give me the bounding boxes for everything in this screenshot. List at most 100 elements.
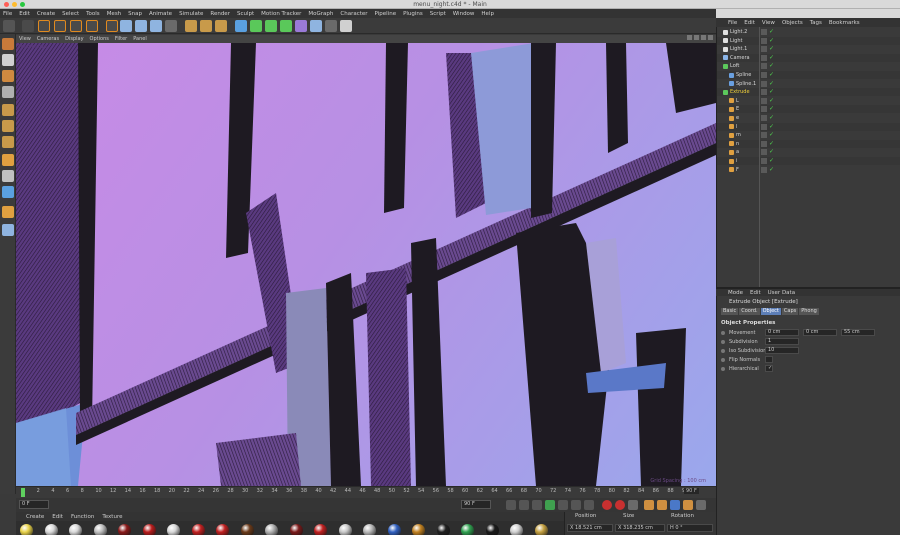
- menu-item-tools[interactable]: Tools: [86, 11, 100, 17]
- material-swatch[interactable]: [387, 524, 401, 535]
- visibility-toggle-icon[interactable]: [761, 97, 767, 104]
- menu-item-file[interactable]: File: [3, 11, 12, 17]
- visibility-toggle-icon[interactable]: [761, 54, 767, 61]
- enabled-check-icon[interactable]: ✓: [769, 28, 774, 36]
- object-row[interactable]: l ✓: [717, 122, 900, 131]
- timeline-ruler[interactable]: 0246810121416182022242628303234363840424…: [16, 486, 716, 498]
- enabled-check-icon[interactable]: ✓: [769, 105, 774, 113]
- live-selection-icon[interactable]: [22, 20, 34, 32]
- points-mode-icon[interactable]: [2, 104, 14, 116]
- menu-item-mograph[interactable]: MoGraph: [308, 11, 333, 17]
- object-menu-file[interactable]: File: [728, 20, 737, 26]
- material-swatch[interactable]: [118, 524, 131, 535]
- material-swatch[interactable]: [534, 524, 548, 535]
- position-x-field[interactable]: X 18.521 cm: [567, 524, 613, 532]
- enabled-check-icon[interactable]: ✓: [769, 54, 774, 62]
- material-swatch[interactable]: [412, 524, 425, 535]
- spline-pen-icon[interactable]: [250, 20, 262, 32]
- polygons-mode-icon[interactable]: [2, 136, 14, 148]
- material-swatch[interactable]: [167, 524, 180, 535]
- scale-tool-icon[interactable]: [54, 20, 66, 32]
- array-icon[interactable]: [280, 20, 292, 32]
- attribute-value-field[interactable]: 55 cm: [841, 329, 875, 336]
- object-row[interactable]: n ✓: [717, 139, 900, 148]
- go-to-end-icon[interactable]: [584, 500, 594, 510]
- object-row[interactable]: Loft ✓: [717, 62, 900, 70]
- autokey-icon[interactable]: [615, 500, 625, 510]
- keyframe-selection-icon[interactable]: [628, 500, 638, 510]
- visibility-toggle-icon[interactable]: [761, 140, 767, 147]
- menu-item-help[interactable]: Help: [481, 11, 494, 17]
- material-swatch[interactable]: [20, 524, 33, 535]
- model-mode-icon[interactable]: [2, 54, 14, 66]
- tab-object[interactable]: Object: [760, 308, 781, 315]
- enabled-check-icon[interactable]: ✓: [769, 45, 774, 53]
- menu-item-script[interactable]: Script: [430, 11, 446, 17]
- animate-dot-icon[interactable]: [721, 367, 725, 371]
- object-row[interactable]: Camera ✓: [717, 53, 900, 62]
- attribute-value-field[interactable]: ✓: [765, 365, 773, 372]
- animate-dot-icon[interactable]: [721, 340, 725, 344]
- material-swatch[interactable]: [485, 524, 499, 535]
- material-menu-texture[interactable]: Texture: [102, 514, 122, 520]
- previous-keyframe-icon[interactable]: [519, 500, 529, 510]
- object-row[interactable]: Spline ✓: [717, 71, 900, 79]
- menu-item-snap[interactable]: Snap: [128, 11, 142, 17]
- viewport-menu-cameras[interactable]: Cameras: [37, 36, 59, 42]
- material-menu-function[interactable]: Function: [71, 514, 94, 520]
- camera-icon[interactable]: [325, 20, 337, 32]
- enabled-check-icon[interactable]: ✓: [769, 123, 774, 131]
- enabled-check-icon[interactable]: ✓: [769, 62, 774, 70]
- enabled-check-icon[interactable]: ✓: [769, 88, 774, 96]
- material-swatch[interactable]: [191, 524, 205, 535]
- visibility-toggle-icon[interactable]: [761, 63, 767, 70]
- pan-icon[interactable]: [687, 35, 692, 40]
- enabled-check-icon[interactable]: ✓: [769, 148, 774, 156]
- size-x-field[interactable]: X 318.235 cm: [615, 524, 665, 532]
- material-swatch[interactable]: [265, 524, 278, 535]
- menu-item-render[interactable]: Render: [210, 11, 230, 17]
- object-manager-column-divider[interactable]: [759, 27, 760, 287]
- zoom-icon[interactable]: [694, 35, 699, 40]
- attribute-menu-mode[interactable]: Mode: [728, 290, 743, 296]
- menu-item-window[interactable]: Window: [453, 11, 475, 17]
- object-row[interactable]: e ✓: [717, 114, 900, 122]
- attribute-value-field[interactable]: 1: [765, 338, 799, 345]
- end-frame-field[interactable]: 90 F: [461, 500, 491, 509]
- visibility-toggle-icon[interactable]: [761, 80, 767, 87]
- object-menu-view[interactable]: View: [762, 20, 775, 26]
- object-menu-objects[interactable]: Objects: [782, 20, 803, 26]
- recent-tools-icon[interactable]: [86, 20, 98, 32]
- floor-icon[interactable]: [310, 20, 322, 32]
- snapping-icon[interactable]: [2, 186, 14, 198]
- menu-item-mesh[interactable]: Mesh: [107, 11, 121, 17]
- material-swatch[interactable]: [363, 524, 376, 535]
- enabled-check-icon[interactable]: ✓: [769, 166, 774, 174]
- planar-workplane-icon[interactable]: [2, 224, 14, 236]
- enabled-check-icon[interactable]: ✓: [769, 157, 774, 165]
- visibility-toggle-icon[interactable]: [761, 115, 767, 121]
- animate-dot-icon[interactable]: [721, 331, 725, 335]
- material-swatch[interactable]: [338, 524, 352, 535]
- rotation-key-icon[interactable]: [670, 500, 680, 510]
- menu-item-create[interactable]: Create: [37, 11, 55, 17]
- object-row[interactable]: a ✓: [717, 148, 900, 156]
- menu-item-plugins[interactable]: Plugins: [403, 11, 423, 17]
- material-menu-create[interactable]: Create: [26, 514, 44, 520]
- workplane-lock-icon[interactable]: [2, 206, 14, 218]
- enabled-check-icon[interactable]: ✓: [769, 114, 774, 122]
- enabled-check-icon[interactable]: ✓: [769, 71, 774, 79]
- orbit-icon[interactable]: [701, 35, 706, 40]
- edges-mode-icon[interactable]: [2, 120, 14, 132]
- enabled-check-icon[interactable]: ✓: [769, 131, 774, 139]
- object-row[interactable]: Light.1 ✓: [717, 45, 900, 53]
- animate-dot-icon[interactable]: [721, 358, 725, 362]
- animate-dot-icon[interactable]: [721, 349, 725, 353]
- menu-item-select[interactable]: Select: [62, 11, 79, 17]
- x-axis-lock-icon[interactable]: [106, 20, 118, 32]
- material-swatch[interactable]: [69, 524, 82, 535]
- object-menu-edit[interactable]: Edit: [744, 20, 755, 26]
- material-swatch[interactable]: [142, 524, 156, 535]
- menu-item-sculpt[interactable]: Sculpt: [237, 11, 254, 17]
- material-swatch[interactable]: [240, 524, 254, 535]
